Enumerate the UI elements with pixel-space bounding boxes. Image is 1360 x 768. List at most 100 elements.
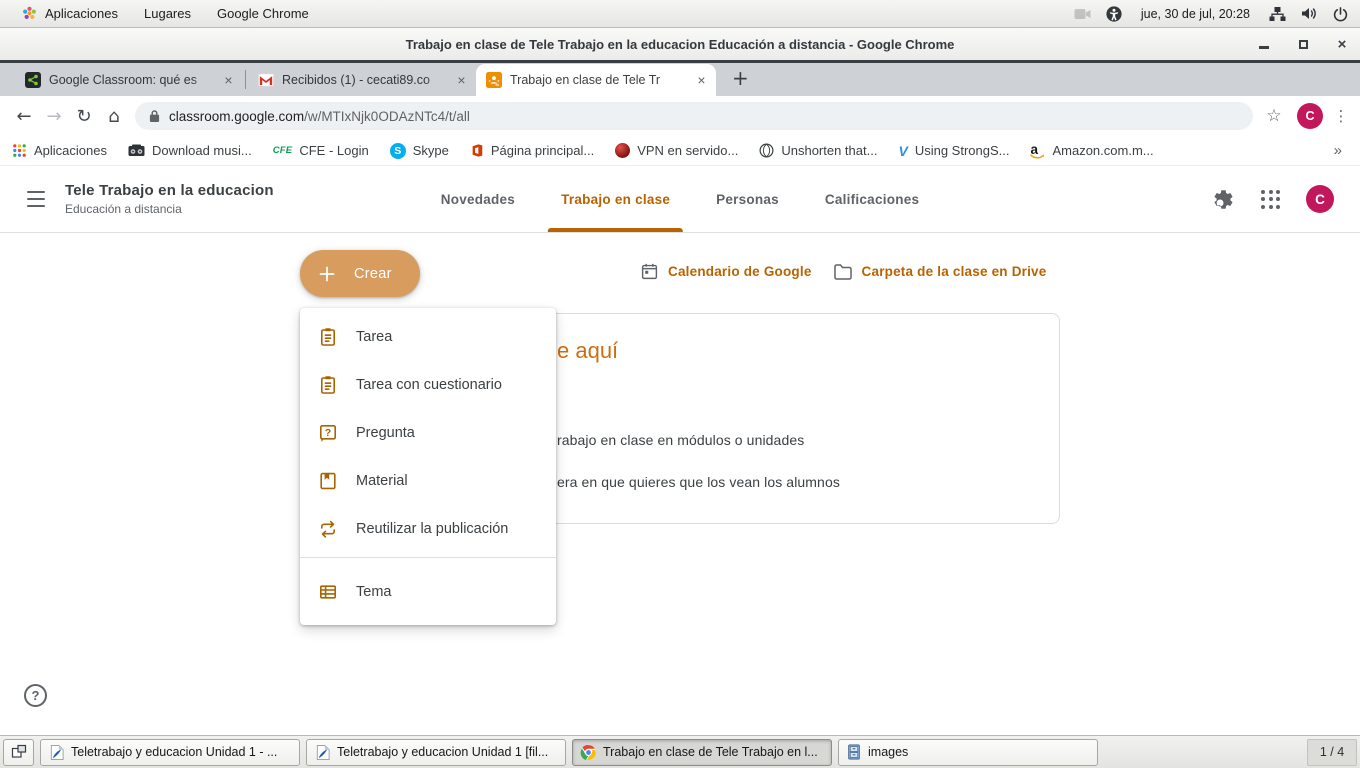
reuse-post-icon	[318, 519, 338, 539]
taskbar-window-writer-1[interactable]: Teletrabajo y educacion Unidad 1 - ...	[40, 739, 300, 766]
screen-record-icon[interactable]	[1074, 8, 1091, 20]
strongvpn-icon: V	[898, 143, 907, 159]
tab-close-icon[interactable]: ×	[693, 72, 710, 89]
tab-classroom-classwork[interactable]: Trabajo en clase de Tele Tr ×	[476, 64, 716, 96]
bookmark-label: Amazon.com.m...	[1052, 143, 1153, 158]
bookmarks-overflow-chevron[interactable]: »	[1334, 142, 1348, 159]
browser-menu-icon[interactable]: ⋮	[1331, 101, 1351, 131]
card-bullet-fragment: rabajo en clase en módulos o unidades	[557, 432, 804, 448]
gmail-icon	[258, 72, 274, 88]
settings-gear-icon[interactable]	[1212, 188, 1235, 211]
menu-item-tarea[interactable]: Tarea	[300, 313, 556, 361]
tab-gmail-inbox[interactable]: Recibidos (1) - cecati89.co ×	[248, 64, 476, 96]
bookmark-unshorten[interactable]: Unshorten that...	[759, 143, 877, 158]
tab-calificaciones[interactable]: Calificaciones	[825, 166, 919, 232]
window-titlebar[interactable]: Trabajo en clase de Tele Trabajo en la e…	[0, 28, 1360, 60]
bookmark-apps[interactable]: Aplicaciones	[12, 143, 107, 158]
power-icon[interactable]	[1333, 6, 1348, 22]
menu-item-label: Reutilizar la publicación	[356, 521, 508, 537]
panel-menus: Aplicaciones Lugares Google Chrome	[8, 0, 322, 27]
forward-button[interactable]: →	[39, 101, 69, 131]
workspace-indicator: 1 / 4	[1320, 745, 1344, 759]
menu-item-tema[interactable]: Tema	[300, 568, 556, 616]
maximize-button[interactable]	[1295, 36, 1311, 52]
tab-close-icon[interactable]: ×	[453, 72, 470, 89]
menu-item-pregunta[interactable]: ? Pregunta	[300, 409, 556, 457]
bookmark-star-icon[interactable]: ☆	[1259, 101, 1289, 131]
tab-trabajo-en-clase[interactable]: Trabajo en clase	[561, 166, 670, 232]
globe-icon	[759, 143, 774, 158]
back-button[interactable]: ←	[9, 101, 39, 131]
tab-google-classroom-article[interactable]: Google Classroom: qué es ×	[15, 64, 243, 96]
file-manager-icon	[846, 744, 862, 760]
clock[interactable]: jue, 30 de jul, 20:28	[1141, 7, 1250, 21]
taskbar-window-chrome[interactable]: Trabajo en clase de Tele Trabajo en l...	[572, 739, 832, 766]
bookmark-vpn[interactable]: VPN en servido...	[615, 143, 738, 158]
maximize-icon	[1299, 40, 1308, 49]
help-button[interactable]: ?	[24, 684, 47, 707]
os-taskbar: Teletrabajo y educacion Unidad 1 - ... T…	[0, 735, 1360, 768]
browser-profile-avatar[interactable]: C	[1297, 103, 1323, 129]
bookmark-cfe[interactable]: CFE CFE - Login	[273, 143, 369, 158]
bookmark-download-music[interactable]: Download musi...	[128, 143, 252, 158]
show-desktop-button[interactable]	[3, 739, 34, 766]
tab-close-icon[interactable]: ×	[220, 72, 237, 89]
network-icon[interactable]	[1269, 6, 1286, 22]
url-path: /w/MTIxNjk0ODAzNTc4/t/all	[304, 109, 470, 124]
distro-logo-icon	[21, 5, 38, 22]
window-controls: ×	[1256, 28, 1350, 60]
libreoffice-icon	[48, 744, 65, 761]
bookmark-label: Página principal...	[491, 143, 594, 158]
bookmark-amazon[interactable]: a Amazon.com.m...	[1030, 142, 1153, 159]
account-avatar[interactable]: C	[1306, 185, 1334, 213]
taskbar-window-images[interactable]: images	[838, 739, 1098, 766]
boombox-icon	[128, 144, 145, 157]
address-bar[interactable]: classroom.google.com/w/MTIxNjk0ODAzNTc4/…	[135, 102, 1253, 130]
tab-separator	[245, 70, 246, 89]
workspace-switcher[interactable]: 1 / 4	[1307, 739, 1357, 766]
bookmark-office[interactable]: Página principal...	[470, 143, 594, 158]
minimize-button[interactable]	[1256, 36, 1272, 52]
nav-label: Novedades	[441, 192, 515, 207]
close-button[interactable]: ×	[1334, 36, 1350, 52]
os-top-panel: Aplicaciones Lugares Google Chrome jue, …	[0, 0, 1360, 28]
places-menu-label: Lugares	[144, 6, 191, 21]
create-button[interactable]: Crear	[300, 250, 420, 297]
apps-grid-color-icon	[12, 143, 27, 158]
taskbar-window-writer-2[interactable]: Teletrabajo y educacion Unidad 1 [fil...	[306, 739, 566, 766]
places-menu[interactable]: Lugares	[131, 0, 204, 27]
accessibility-icon[interactable]	[1106, 6, 1122, 22]
reload-button[interactable]: ↻	[69, 101, 99, 131]
taskbar-window-label: Teletrabajo y educacion Unidad 1 [fil...	[337, 745, 558, 759]
menu-item-tarea-cuestionario[interactable]: Tarea con cuestionario	[300, 361, 556, 409]
main-menu-icon[interactable]	[24, 190, 48, 208]
menu-item-material[interactable]: Material	[300, 457, 556, 505]
class-title-block[interactable]: Tele Trabajo en la educacion Educación a…	[65, 182, 274, 216]
bookmark-label: Download musi...	[152, 143, 252, 158]
link-label: Calendario de Google	[668, 264, 812, 279]
material-icon	[318, 471, 338, 491]
active-app-menu[interactable]: Google Chrome	[204, 0, 322, 27]
google-calendar-link[interactable]: Calendario de Google	[640, 262, 812, 281]
google-apps-grid-icon[interactable]	[1261, 190, 1280, 209]
drive-folder-link[interactable]: Carpeta de la clase en Drive	[833, 263, 1047, 280]
tab-title: Trabajo en clase de Tele Tr	[510, 73, 690, 87]
site-favicon-icon	[25, 72, 41, 88]
new-tab-button[interactable]: +	[732, 68, 749, 88]
tab-personas[interactable]: Personas	[716, 166, 779, 232]
tab-strip: Google Classroom: qué es × Recibidos (1)…	[0, 60, 1360, 96]
bookmark-strongvpn[interactable]: V Using StrongS...	[898, 143, 1009, 159]
taskbar-window-label: images	[868, 745, 1090, 759]
bookmark-label: VPN en servido...	[637, 143, 738, 158]
home-button[interactable]: ⌂	[99, 101, 129, 131]
volume-icon[interactable]	[1301, 6, 1318, 21]
bookmark-skype[interactable]: S Skype	[390, 143, 449, 159]
menu-item-reutilizar[interactable]: Reutilizar la publicación	[300, 505, 556, 553]
menu-item-label: Tema	[356, 584, 391, 600]
skype-icon: S	[390, 143, 406, 159]
bookmark-label: CFE - Login	[299, 143, 368, 158]
applications-menu[interactable]: Aplicaciones	[8, 0, 131, 27]
question-icon: ?	[318, 423, 338, 443]
nav-label: Personas	[716, 192, 779, 207]
tab-novedades[interactable]: Novedades	[441, 166, 515, 232]
